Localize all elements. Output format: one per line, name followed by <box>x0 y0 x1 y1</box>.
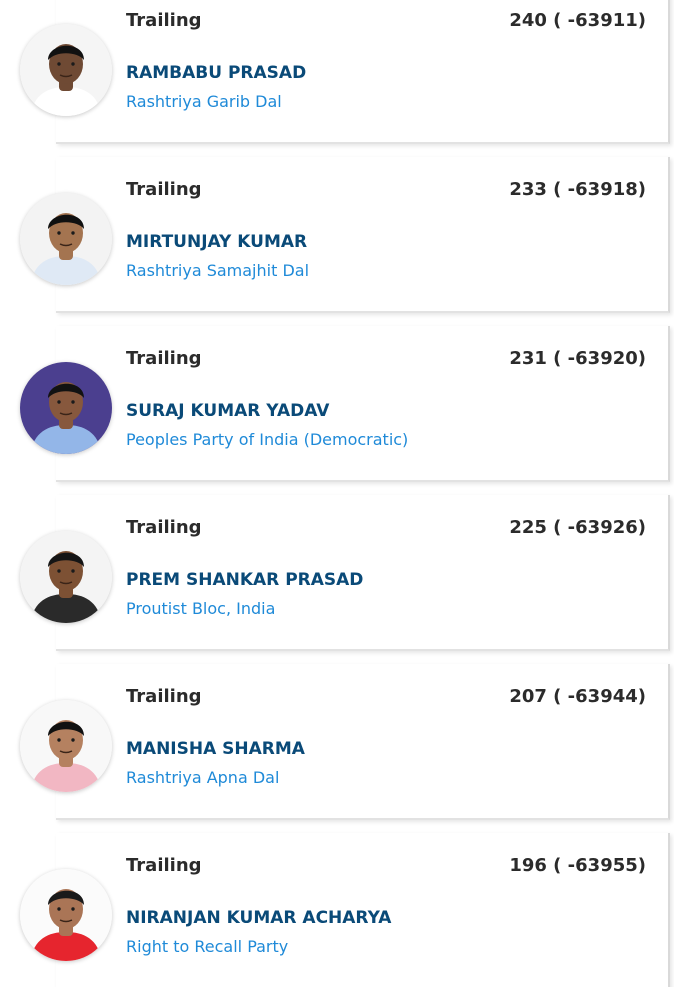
candidate-votes: 207 ( -63944) <box>509 686 646 707</box>
candidate-status: Trailing <box>126 855 202 876</box>
candidate-status: Trailing <box>126 348 202 369</box>
candidate-party: Proutist Bloc, India <box>126 599 276 618</box>
candidate-status: Trailing <box>126 517 202 538</box>
candidate-card[interactable]: Trailing 240 ( -63911) RAMBABU PRASAD Ra… <box>0 0 674 150</box>
candidate-results-list: Trailing 240 ( -63911) RAMBABU PRASAD Ra… <box>0 0 674 987</box>
candidate-votes: 231 ( -63920) <box>509 348 646 369</box>
candidate-photo <box>20 193 112 285</box>
candidate-photo <box>20 362 112 454</box>
candidate-name: MANISHA SHARMA <box>126 739 305 759</box>
candidate-card[interactable]: Trailing 196 ( -63955) NIRANJAN KUMAR AC… <box>0 833 674 987</box>
candidate-status: Trailing <box>126 179 202 200</box>
candidate-name: RAMBABU PRASAD <box>126 63 307 83</box>
candidate-status: Trailing <box>126 686 202 707</box>
candidate-votes: 233 ( -63918) <box>509 179 646 200</box>
candidate-card[interactable]: Trailing 207 ( -63944) MANISHA SHARMA Ra… <box>0 664 674 826</box>
candidate-name: PREM SHANKAR PRASAD <box>126 570 364 590</box>
candidate-photo <box>20 869 112 961</box>
candidate-photo <box>20 531 112 623</box>
candidate-name: MIRTUNJAY KUMAR <box>126 232 308 252</box>
candidate-card[interactable]: Trailing 231 ( -63920) SURAJ KUMAR YADAV… <box>0 326 674 488</box>
candidate-photo <box>20 24 112 116</box>
candidate-name: NIRANJAN KUMAR ACHARYA <box>126 908 392 928</box>
candidate-card[interactable]: Trailing 225 ( -63926) PREM SHANKAR PRAS… <box>0 495 674 657</box>
candidate-avatar <box>20 24 112 116</box>
candidate-votes: 196 ( -63955) <box>509 855 646 876</box>
candidate-status: Trailing <box>126 10 202 31</box>
candidate-party: Rashtriya Garib Dal <box>126 92 282 111</box>
candidate-party: Rashtriya Samajhit Dal <box>126 261 310 280</box>
candidate-avatar <box>20 869 112 961</box>
candidate-avatar <box>20 700 112 792</box>
candidate-party: Right to Recall Party <box>126 937 289 956</box>
candidate-photo <box>20 700 112 792</box>
candidate-party: Peoples Party of India (Democratic) <box>126 430 409 449</box>
candidate-party: Rashtriya Apna Dal <box>126 768 280 787</box>
candidate-avatar <box>20 362 112 454</box>
candidate-avatar <box>20 531 112 623</box>
candidate-votes: 225 ( -63926) <box>509 517 646 538</box>
candidate-votes: 240 ( -63911) <box>509 10 646 31</box>
candidate-card[interactable]: Trailing 233 ( -63918) MIRTUNJAY KUMAR R… <box>0 157 674 319</box>
candidate-avatar <box>20 193 112 285</box>
candidate-name: SURAJ KUMAR YADAV <box>126 401 330 421</box>
